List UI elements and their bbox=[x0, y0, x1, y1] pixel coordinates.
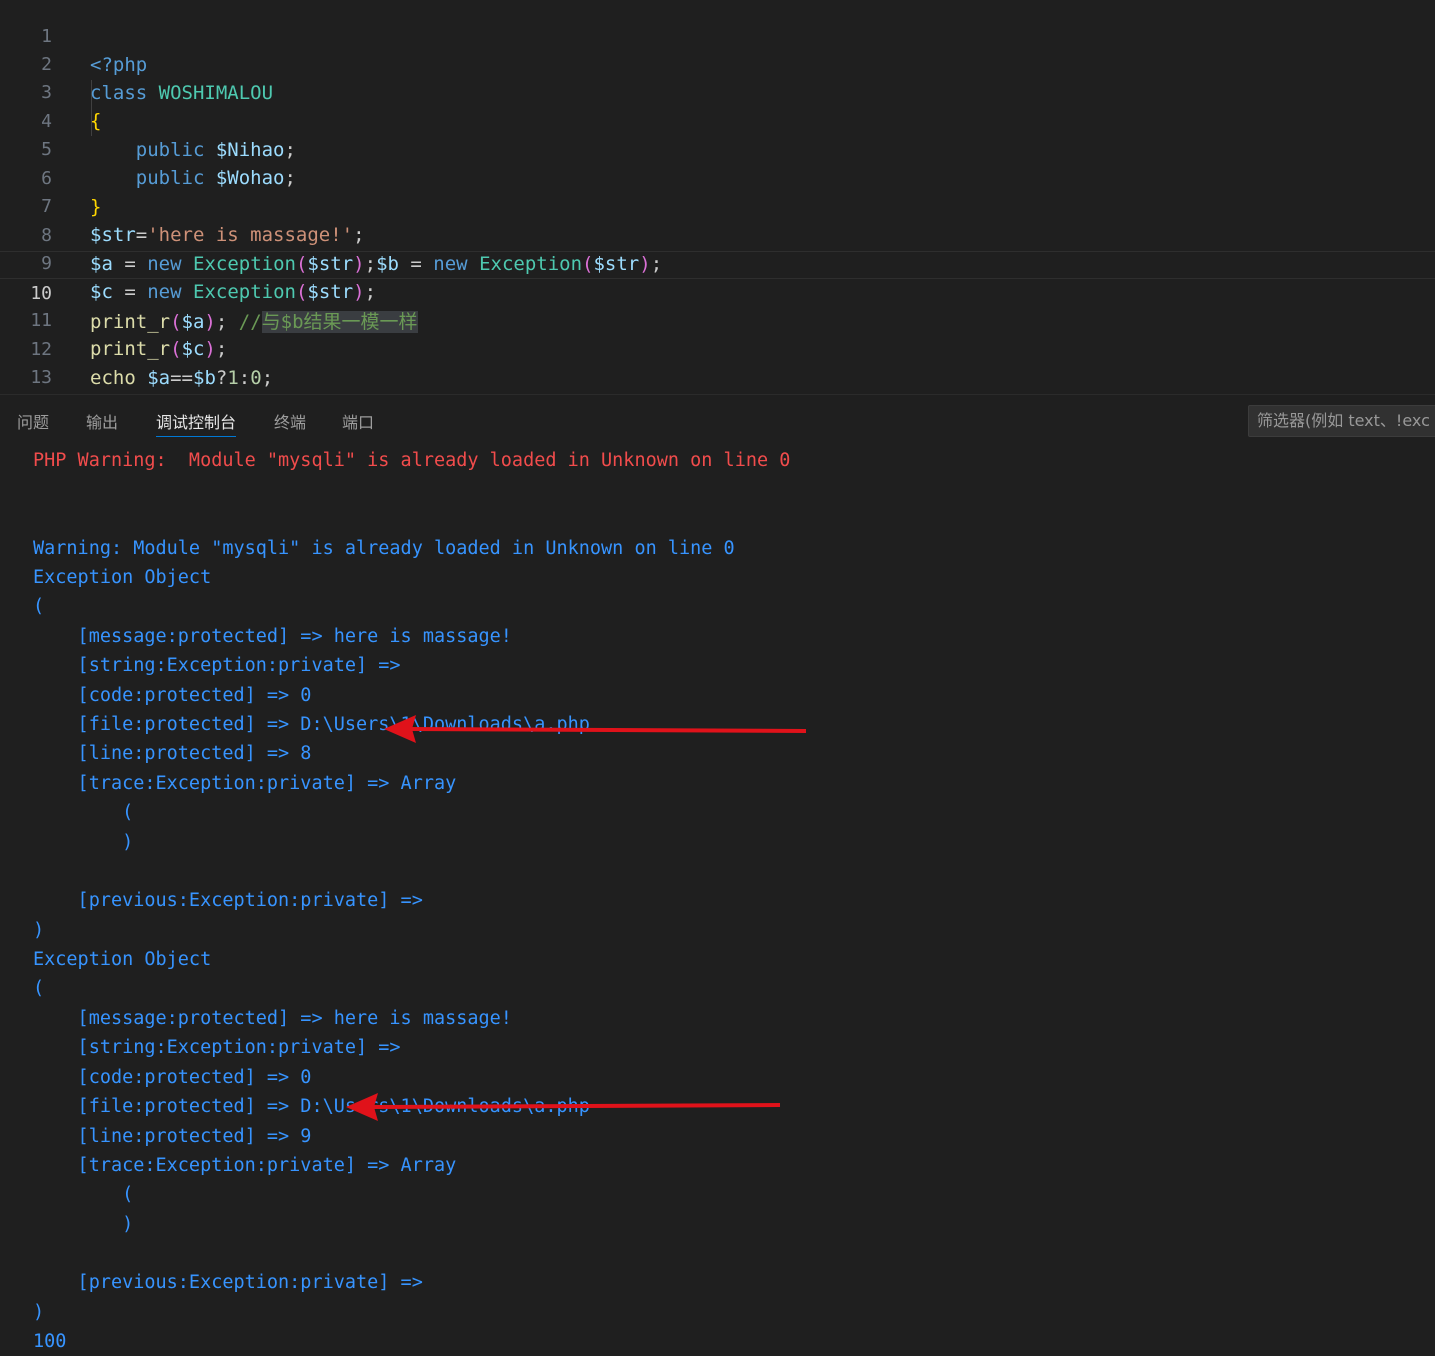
code-line-13[interactable]: 13 echo $a==$c?1:0; bbox=[0, 336, 1435, 388]
code-line-11[interactable]: 11 print_r($c); bbox=[0, 279, 1435, 360]
code-line-3[interactable]: 3 { bbox=[0, 51, 1435, 132]
code-editor[interactable]: 1 <?php 2 class WOSHIMALOU 3 { 4 public … bbox=[0, 0, 1435, 394]
bottom-panel: 问题 输出 调试控制台 终端 端口 PHP Warning: Module "m… bbox=[0, 394, 1435, 1352]
arrow-line-9 bbox=[346, 1093, 781, 1121]
code-line-9[interactable]: 9 $c = new Exception($str); bbox=[0, 222, 1435, 303]
code-line-14[interactable]: 14 echo $a===$b?1:0; bbox=[0, 365, 1435, 393]
code-line-2[interactable]: 2 class WOSHIMALOU bbox=[0, 23, 1435, 104]
code-line-12[interactable]: 12 echo $a==$b?1:0; bbox=[0, 308, 1435, 389]
arrow-line-8 bbox=[384, 715, 807, 743]
code-line-10[interactable]: 10 print_r($a); //与$b结果一模一样 bbox=[0, 251, 1435, 333]
code-line-1[interactable]: 1 <?php bbox=[0, 0, 1435, 76]
code-line-8[interactable]: 8 $a = new Exception($str);$b = new Exce… bbox=[0, 194, 1435, 275]
code-line-6[interactable]: 6 } bbox=[0, 137, 1435, 218]
annotation-arrows bbox=[346, 715, 807, 1121]
code-line-5[interactable]: 5 public $Wohao; bbox=[0, 108, 1435, 189]
code-line-4[interactable]: 4 public $Nihao; bbox=[0, 80, 1435, 161]
code-line-7[interactable]: 7 $str='here is massage!'; bbox=[0, 165, 1435, 246]
